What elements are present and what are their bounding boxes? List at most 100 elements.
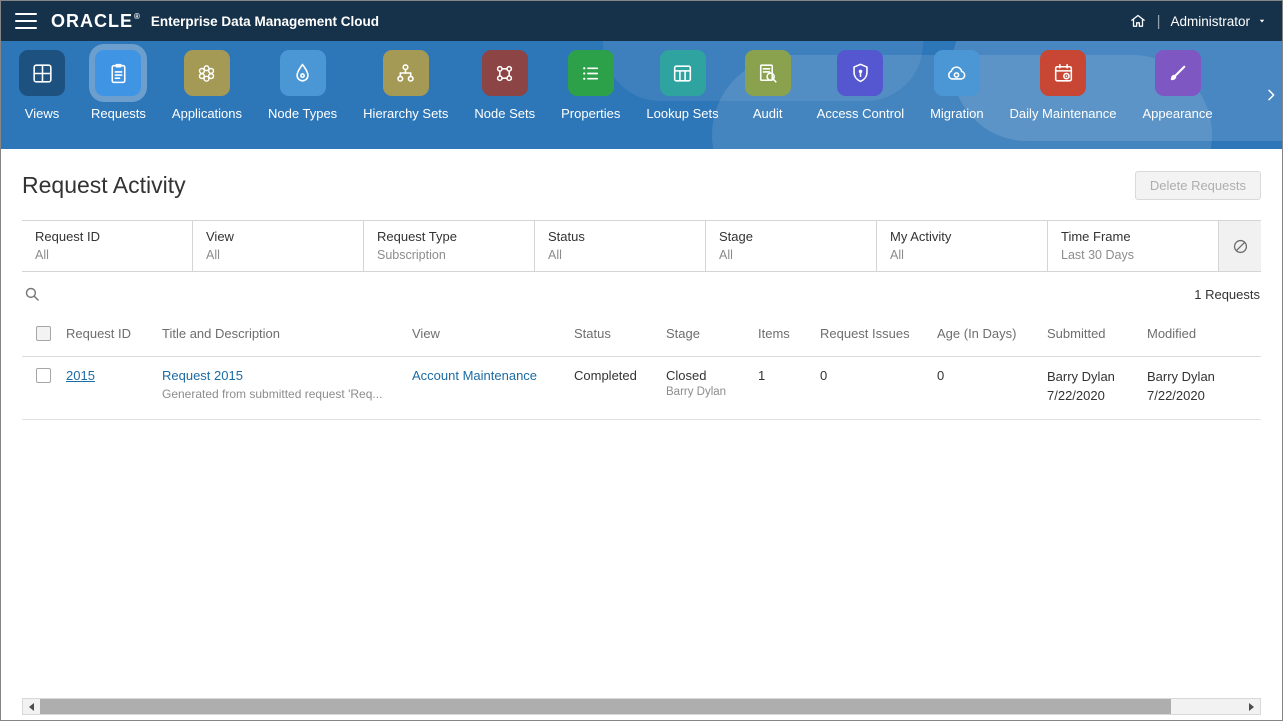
col-header-request-id: Request ID [66, 314, 162, 357]
filter-bar: Request ID All View All Request Type Sub… [22, 220, 1261, 272]
filter-my-activity[interactable]: My Activity All [877, 221, 1048, 271]
app-window: ORACLE® Enterprise Data Management Cloud… [0, 0, 1283, 721]
request-id-link[interactable]: 2015 [66, 368, 95, 383]
select-all-checkbox[interactable] [36, 326, 51, 341]
page-title: Request Activity [22, 172, 186, 199]
audit-icon [745, 50, 791, 96]
nav-item-node-sets[interactable]: Node Sets [474, 50, 535, 121]
scroll-left-arrow[interactable] [23, 699, 40, 714]
search-icon[interactable] [23, 285, 42, 304]
nav-item-applications[interactable]: Applications [172, 50, 242, 121]
table-header-row: Request ID Title and Description View St… [22, 314, 1261, 357]
col-header-submitted: Submitted [1047, 314, 1147, 357]
nav-item-daily-maintenance[interactable]: Daily Maintenance [1010, 50, 1117, 121]
modified-by: Barry Dylan [1147, 368, 1253, 387]
filter-label: Status [548, 229, 692, 244]
filter-time-frame[interactable]: Time Frame Last 30 Days [1048, 221, 1219, 271]
filter-view[interactable]: View All [193, 221, 364, 271]
list-icon [568, 50, 614, 96]
main-content: Request Activity Delete Requests Request… [1, 171, 1282, 420]
nodes-icon [482, 50, 528, 96]
clear-filters-button[interactable] [1219, 221, 1261, 271]
top-bar: ORACLE® Enterprise Data Management Cloud… [1, 1, 1282, 41]
col-header-items: Items [758, 314, 820, 357]
requests-table: Request ID Title and Description View St… [22, 314, 1261, 420]
nav-item-migration[interactable]: Migration [930, 50, 983, 121]
nav-item-hierarchy-sets[interactable]: Hierarchy Sets [363, 50, 448, 121]
nav-item-label: Properties [561, 106, 620, 121]
nav-item-label: Lookup Sets [646, 106, 718, 121]
filter-value: All [719, 248, 863, 262]
nav-item-label: Appearance [1143, 106, 1213, 121]
filter-value: All [35, 248, 179, 262]
separator: | [1157, 13, 1161, 30]
filter-label: Stage [719, 229, 863, 244]
submitted-by: Barry Dylan [1047, 368, 1139, 387]
nav-item-label: Hierarchy Sets [363, 106, 448, 121]
view-link[interactable]: Account Maintenance [412, 368, 537, 383]
stage-assignee: Barry Dylan [666, 386, 750, 398]
age-in-days: 0 [937, 368, 944, 383]
nav-scroll-right-icon[interactable] [1263, 87, 1279, 103]
nav-item-label: Applications [172, 106, 242, 121]
nav-item-audit[interactable]: Audit [745, 50, 791, 121]
brush-icon [1155, 50, 1201, 96]
col-header-view: View [412, 314, 574, 357]
nav-item-requests[interactable]: Requests [91, 50, 146, 121]
col-header-modified: Modified [1147, 314, 1261, 357]
nav-item-access-control[interactable]: Access Control [817, 50, 904, 121]
filter-value: Last 30 Days [1061, 248, 1205, 262]
filter-request-type[interactable]: Request Type Subscription [364, 221, 535, 271]
horizontal-scrollbar [22, 698, 1261, 715]
nav-item-label: Daily Maintenance [1010, 106, 1117, 121]
nav-item-node-types[interactable]: Node Types [268, 50, 337, 121]
product-title: Enterprise Data Management Cloud [151, 14, 379, 29]
filter-status[interactable]: Status All [535, 221, 706, 271]
nav-item-properties[interactable]: Properties [561, 50, 620, 121]
nav-item-label: Requests [91, 106, 146, 121]
nav-item-appearance[interactable]: Appearance [1143, 50, 1213, 121]
grid-icon [19, 50, 65, 96]
delete-requests-button[interactable]: Delete Requests [1135, 171, 1261, 200]
filter-value: All [890, 248, 1034, 262]
col-header-stage: Stage [666, 314, 758, 357]
nav-item-lookup-sets[interactable]: Lookup Sets [646, 50, 718, 121]
nav-item-label: Node Types [268, 106, 337, 121]
chevron-down-icon [1256, 15, 1268, 27]
col-header-status: Status [574, 314, 666, 357]
filter-stage[interactable]: Stage All [706, 221, 877, 271]
hierarchy-icon [383, 50, 429, 96]
home-icon[interactable] [1129, 12, 1147, 30]
module-navbar: Views Requests Applications Node Types [1, 41, 1282, 149]
filter-request-id[interactable]: Request ID All [22, 221, 193, 271]
cloud-icon [934, 50, 980, 96]
stage-value: Closed [666, 368, 750, 383]
status-value: Completed [574, 368, 637, 383]
oracle-logo: ORACLE® [51, 11, 141, 32]
items-count: 1 [758, 368, 765, 383]
block-icon [1231, 237, 1250, 256]
col-header-request-issues: Request Issues [820, 314, 937, 357]
nav-item-views[interactable]: Views [19, 50, 65, 121]
clipboard-icon [95, 50, 141, 96]
filter-value: All [548, 248, 692, 262]
menu-icon[interactable] [15, 13, 37, 29]
request-description: Generated from submitted request 'Req... [162, 387, 404, 401]
scroll-right-arrow[interactable] [1243, 699, 1260, 714]
nav-item-label: Migration [930, 106, 983, 121]
shield-key-icon [837, 50, 883, 96]
filter-label: View [206, 229, 350, 244]
registered-mark: ® [134, 12, 141, 21]
results-count: 1 Requests [1194, 287, 1260, 302]
submitted-date: 7/22/2020 [1047, 387, 1139, 406]
nav-item-label: Audit [753, 106, 783, 121]
user-menu[interactable]: Administrator [1170, 14, 1268, 29]
col-header-age: Age (In Days) [937, 314, 1047, 357]
calendar-gear-icon [1040, 50, 1086, 96]
request-title-link[interactable]: Request 2015 [162, 368, 243, 383]
modified-date: 7/22/2020 [1147, 387, 1253, 406]
scrollbar-thumb[interactable] [40, 699, 1171, 714]
filter-label: Time Frame [1061, 229, 1205, 244]
row-checkbox[interactable] [36, 368, 51, 383]
user-menu-label: Administrator [1170, 14, 1250, 29]
